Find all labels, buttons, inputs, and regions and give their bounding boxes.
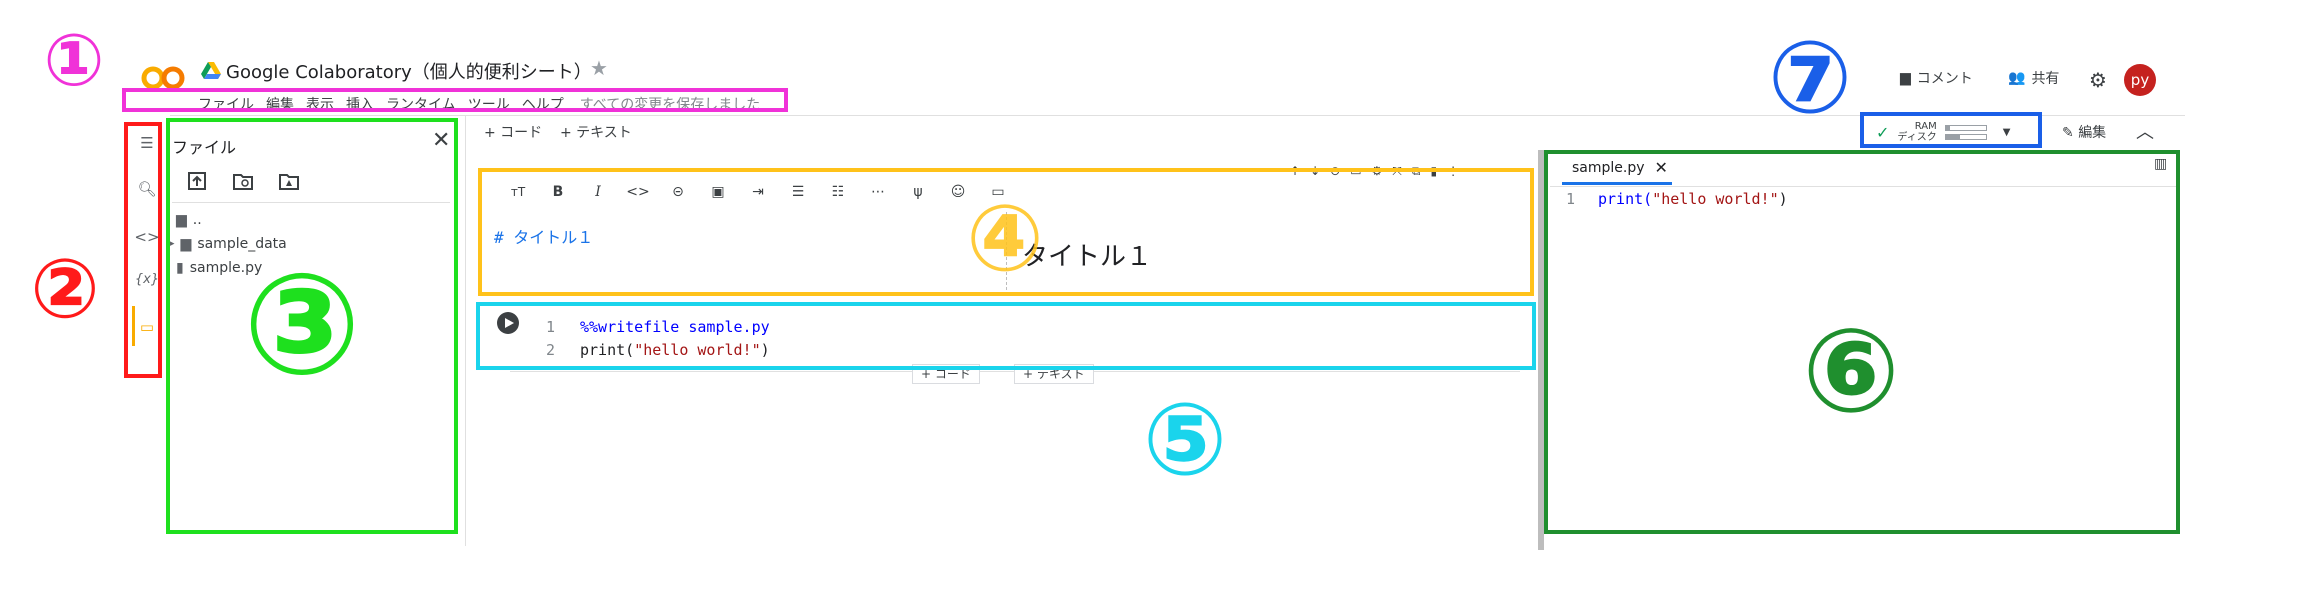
- edit-label: 編集: [2078, 125, 2107, 141]
- annotation-number-4: ④: [966, 184, 1044, 292]
- share-label: 共有: [2031, 71, 2060, 87]
- drive-icon: [201, 62, 221, 79]
- annotation-number-3: ③: [242, 243, 362, 407]
- annotation-box-rail: [124, 122, 162, 378]
- annotation-number-2: ②: [30, 241, 100, 337]
- comment-label: コメント: [1916, 71, 1973, 87]
- colab-screenshot: Google Colaboratory（個人的便利シート） ★ ファイル 編集 …: [0, 0, 2300, 600]
- annotation-box-resources: [1860, 112, 2042, 148]
- annotation-number-6: ⑥: [1801, 303, 1901, 439]
- annotation-box-menu: [122, 88, 788, 112]
- notebook-title[interactable]: Google Colaboratory（個人的便利シート）: [226, 58, 592, 84]
- comment-icon: ▆: [1900, 70, 1911, 86]
- star-icon[interactable]: ★: [590, 56, 608, 80]
- comment-button[interactable]: ▆ コメント: [1900, 68, 1973, 88]
- annotation-number-5: ⑤: [1142, 380, 1228, 498]
- share-button[interactable]: 👥 共有: [2008, 68, 2059, 88]
- people-icon: 👥: [2008, 70, 2026, 86]
- gear-icon[interactable]: ⚙: [2089, 68, 2107, 92]
- add-code-button[interactable]: + コード: [484, 122, 542, 142]
- avatar[interactable]: py: [2124, 64, 2156, 96]
- edit-button[interactable]: ✎ 編集: [2062, 122, 2106, 142]
- pencil-icon: ✎: [2062, 125, 2074, 141]
- panel-divider: [465, 116, 466, 546]
- annotation-number-1: ①: [43, 18, 105, 102]
- collapse-header-icon[interactable]: ︿: [2136, 118, 2154, 144]
- add-text-button[interactable]: + テキスト: [560, 122, 632, 142]
- annotation-box-code-cell: [476, 302, 1536, 370]
- annotation-number-7: ⑦: [1767, 18, 1853, 136]
